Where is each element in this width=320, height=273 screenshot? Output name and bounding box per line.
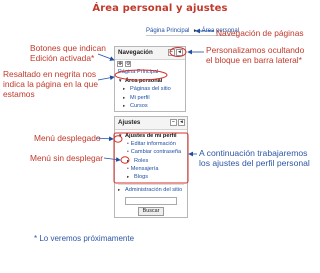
page-title: Área personal y ajustes <box>92 3 228 14</box>
settings-item-label: Roles <box>134 157 149 164</box>
blogs-item[interactable]: ▸ Blogs <box>118 173 184 181</box>
annotation-edit-buttons: Botones que indican Edición activada* <box>30 43 118 63</box>
collapsed-triangle-icon: ▸ <box>123 86 126 91</box>
settings-block-header: Ajustes − ◂ <box>115 117 187 130</box>
breadcrumb-home-link[interactable]: Página Principal <box>146 28 189 34</box>
search-button-row: Buscar <box>118 207 184 217</box>
annotation-line: los ajustes del perfil personal <box>199 158 310 168</box>
change-password-link[interactable]: • Cambiar contraseña <box>118 148 184 156</box>
annotation-line: A continuación trabajaremos <box>199 148 308 158</box>
settings-item-label: Mensajería <box>130 165 159 172</box>
hide-block-icon[interactable]: − <box>168 49 175 56</box>
annotation-line: el bloque en barra lateral* <box>206 55 302 65</box>
annotation-line: Edición activada* <box>30 53 95 63</box>
site-admin-item[interactable]: ▸ Administración del sitio <box>118 184 184 194</box>
slide: Área personal y ajustes Página Principal… <box>0 0 320 273</box>
settings-item-label: Administración del sitio <box>125 187 183 194</box>
annotation-profile-settings: A continuación trabajaremos los ajustes … <box>199 148 319 168</box>
navigation-block-header: Navegación − ◂ <box>115 47 185 60</box>
nav-item-label: Cursos <box>130 103 148 109</box>
settings-item-label: Blogs <box>134 174 148 181</box>
collapsed-triangle-icon: ▸ <box>118 187 121 193</box>
collapsed-triangle-icon: ▸ <box>123 103 126 108</box>
nav-item-label: Área personal <box>125 77 163 84</box>
nav-item-area-personal[interactable]: ▼ Área personal <box>118 77 182 86</box>
configure-block-icon[interactable]: ⚙ <box>125 61 131 67</box>
edit-mode-icons: ✥ ⚙ <box>117 61 131 67</box>
nav-item-label: Página Principal <box>118 69 159 75</box>
annotation-footnote: * Lo veremos próximamente <box>34 234 135 243</box>
annotation-line: indica la página en la que <box>3 79 98 89</box>
nav-item-site-pages[interactable]: ▸ Páginas del sitio <box>118 85 182 94</box>
annotation-no-dropdown-menu: Menú sin desplegar <box>30 153 104 163</box>
profile-settings-header[interactable]: ▼ Ajustes de mi perfil <box>118 132 184 140</box>
settings-item-label: Cambiar contraseña <box>130 149 182 156</box>
bullet-icon: • <box>127 149 129 156</box>
edit-profile-link[interactable]: • Editar información <box>118 140 184 148</box>
annotation-personalize: Personalizamos ocultando el bloque en ba… <box>206 45 318 65</box>
bullet-icon: • <box>127 141 129 148</box>
expanded-triangle-icon: ▼ <box>118 133 123 138</box>
hide-block-icon[interactable]: − <box>170 119 177 126</box>
settings-search-row <box>118 197 184 206</box>
breadcrumb-separator: ► <box>193 28 198 34</box>
navigation-block-title: Navegación <box>118 49 153 56</box>
annotation-line: Personalizamos ocultando <box>206 45 305 55</box>
nav-item-label: Páginas del sitio <box>130 86 171 92</box>
navigation-list: Página Principal ▼ Área personal ▸ Págin… <box>115 66 185 113</box>
nav-item-courses[interactable]: ▸ Cursos <box>118 102 182 111</box>
nav-item-home[interactable]: Página Principal <box>118 68 182 77</box>
settings-item-label: Editar información <box>130 141 176 148</box>
navigation-block: Navegación − ◂ Página Principal ▼ Área p… <box>114 46 186 112</box>
collapsed-triangle-icon: ▸ <box>127 157 130 163</box>
search-button[interactable]: Buscar <box>137 207 165 217</box>
collapsed-triangle-icon: ▸ <box>123 94 126 100</box>
profile-settings-label: Ajustes de mi perfil <box>125 133 177 139</box>
dock-block-icon[interactable]: ◂ <box>178 119 185 126</box>
annotation-line: Botones que indican <box>30 43 106 53</box>
settings-block-title: Ajustes <box>118 119 141 126</box>
block-controls: − ◂ <box>170 119 185 126</box>
collapsed-triangle-icon: ▸ <box>127 174 130 180</box>
bullet-icon: • <box>127 165 129 172</box>
expanded-triangle-icon: ▼ <box>118 77 123 83</box>
settings-block: Ajustes − ◂ ▼ Ajustes de mi perfil • Edi… <box>114 116 188 218</box>
roles-item[interactable]: ▸ Roles <box>118 157 184 165</box>
annotation-nav-pages: Navegación de páginas <box>216 28 304 38</box>
nav-item-my-profile[interactable]: ▸ Mi perfil <box>118 94 182 103</box>
settings-search-input[interactable] <box>125 197 177 206</box>
settings-list: ▼ Ajustes de mi perfil • Editar informac… <box>115 130 187 218</box>
annotation-line: Resaltado en negrita nos <box>3 69 97 79</box>
annotation-dropdown-menu: Menú desplegado <box>34 133 101 143</box>
block-controls: − ◂ <box>168 49 183 56</box>
dock-block-icon[interactable]: ◂ <box>176 49 183 56</box>
annotation-bold: Resaltado en negrita nos indica la págin… <box>3 69 113 99</box>
annotation-line: estamos <box>3 89 35 99</box>
nav-item-label: Mi perfil <box>130 94 150 101</box>
messaging-item[interactable]: • Mensajería <box>118 165 184 173</box>
